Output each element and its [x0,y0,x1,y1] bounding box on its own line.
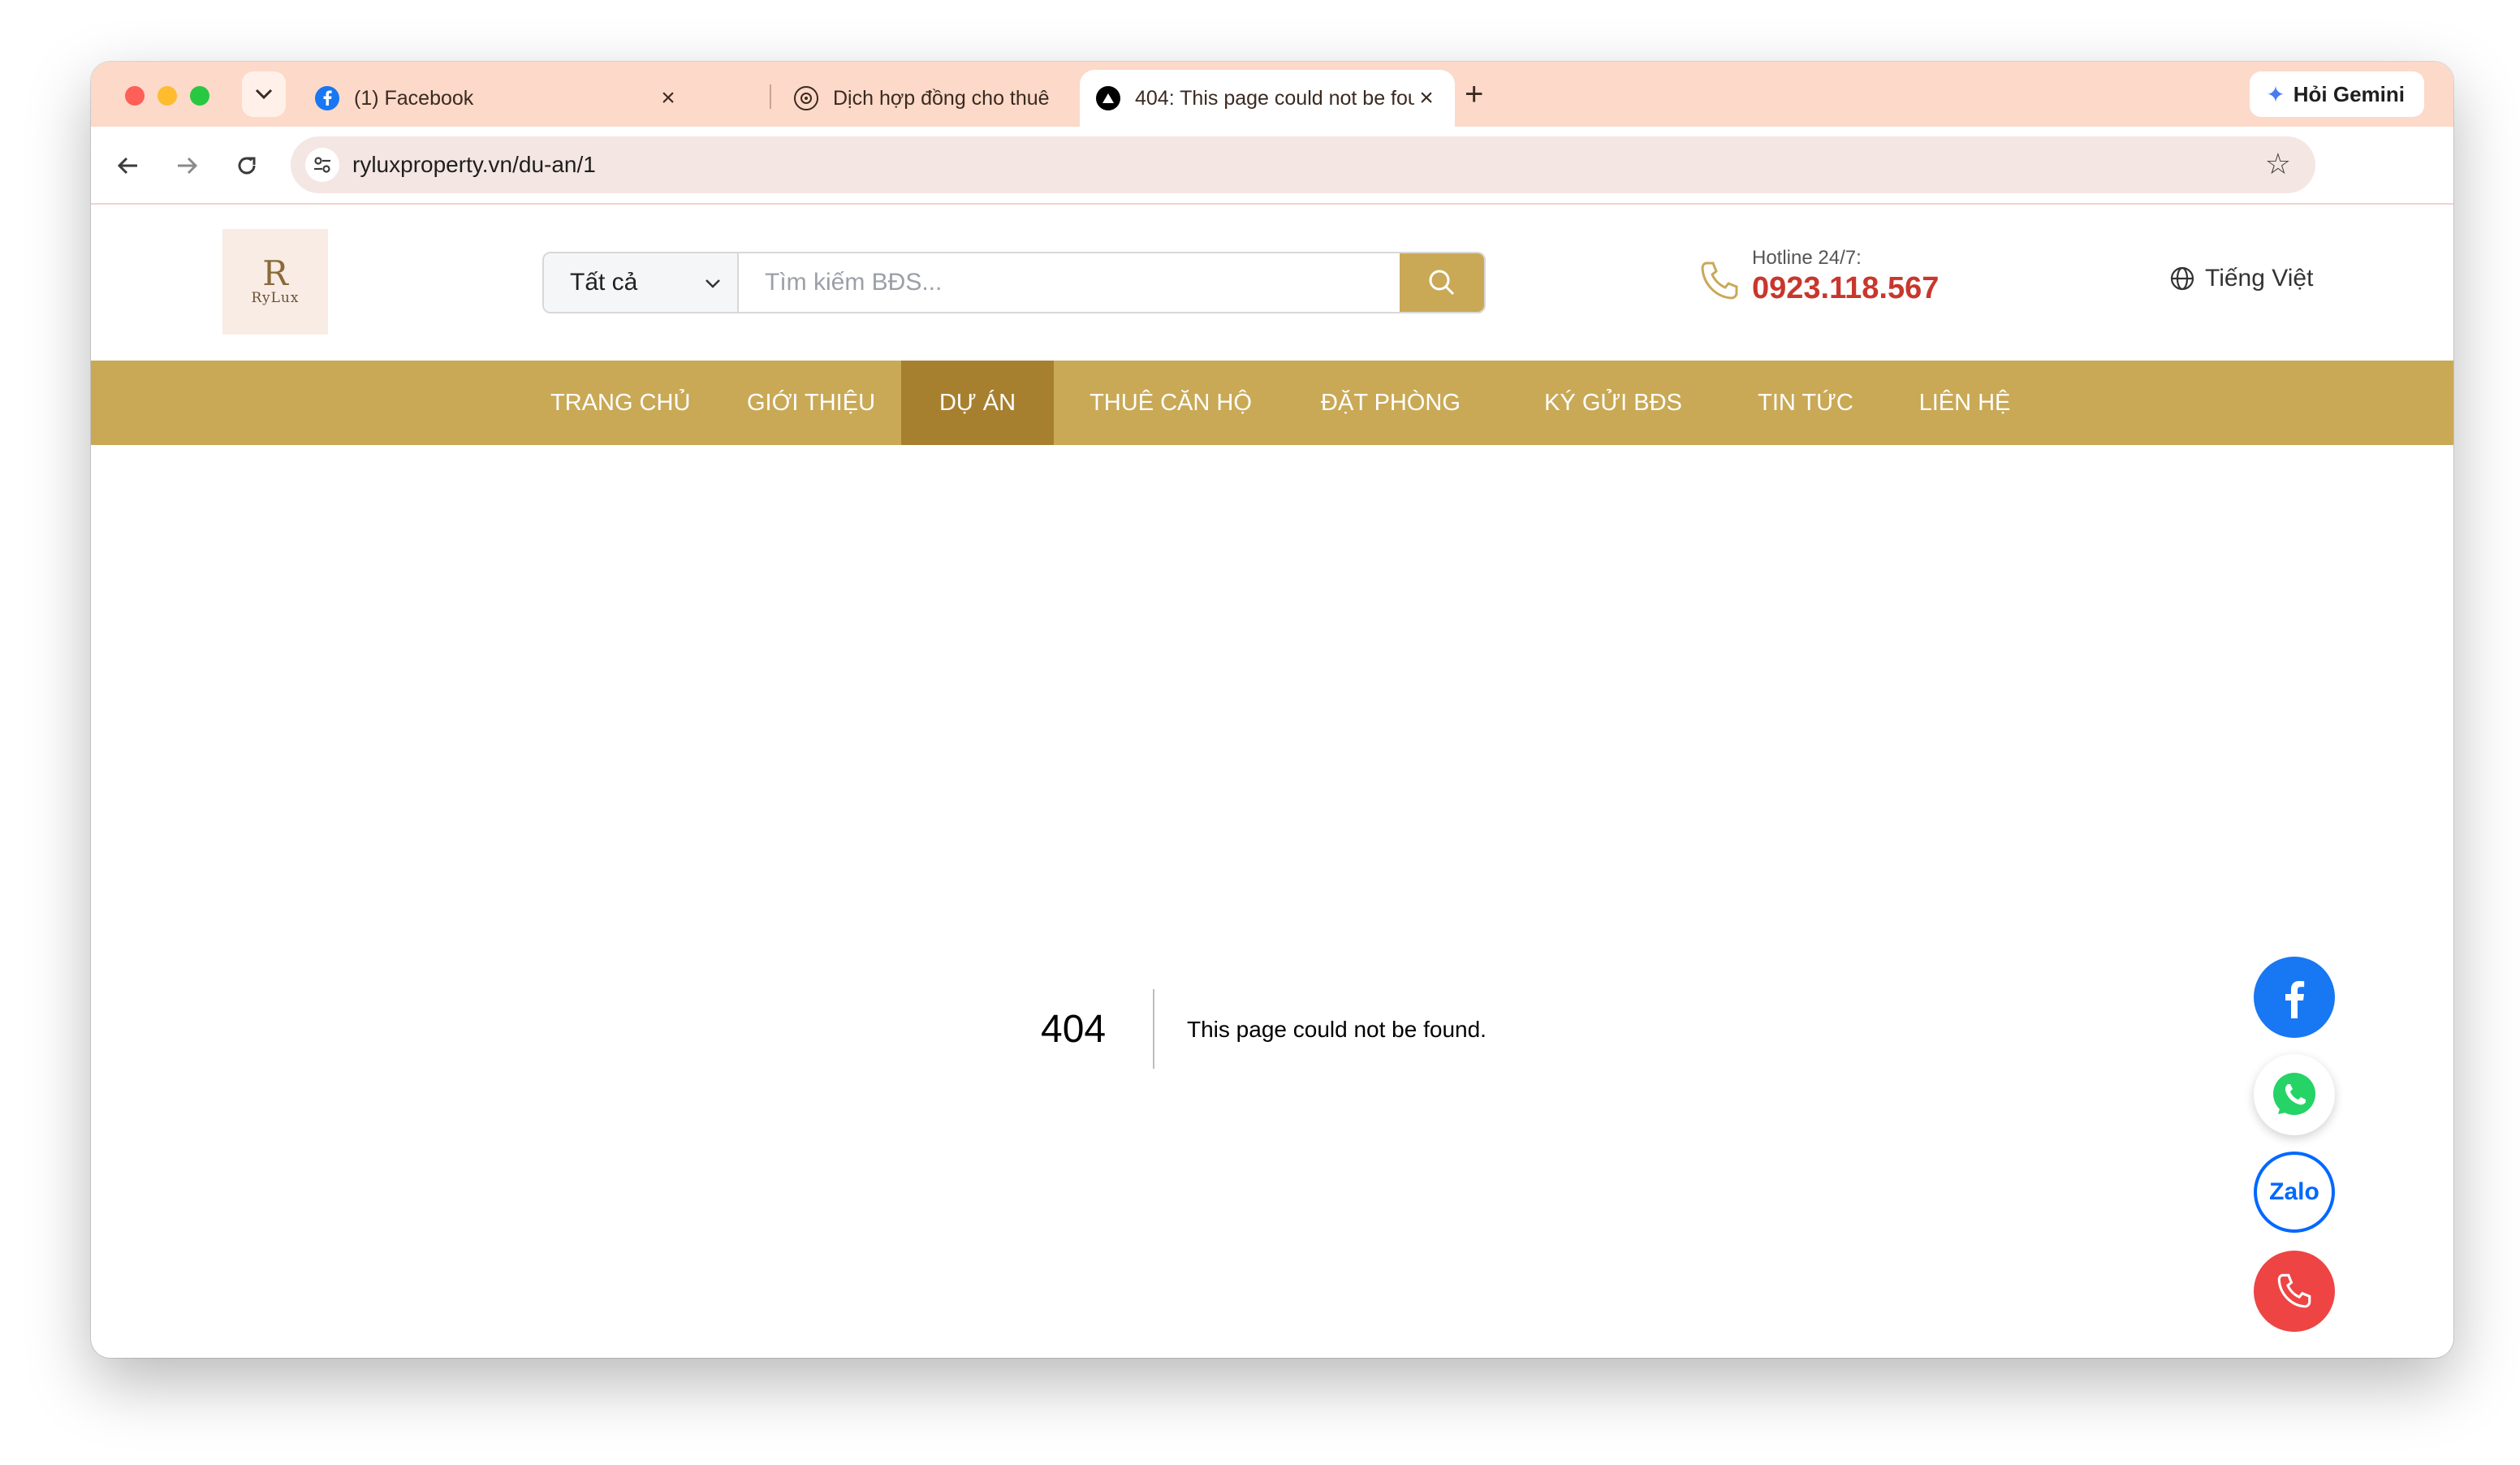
browser-toolbar: ryluxproperty.vn/du-an/1 ☆ [91,127,2453,205]
facebook-icon [2285,981,2305,1018]
nav-dat-phong[interactable]: ĐẶT PHÒNG [1312,361,1469,445]
phone-icon [1701,261,1738,300]
hotline-number[interactable]: 0923.118.567 [1752,271,1939,306]
search-button[interactable] [1400,253,1484,312]
main-navigation: TRANG CHỦ GIỚI THIỆU DỰ ÁN THUÊ CĂN HỘ Đ… [91,361,2453,445]
call-contact-button[interactable] [2254,1251,2335,1332]
whatsapp-icon [2273,1073,2315,1115]
category-select[interactable]: Tất cả [544,253,739,312]
category-value: Tất cả [570,269,638,296]
arrow-right-icon [178,157,198,175]
browser-window: (1) Facebook × Dịch hợp đồng cho thuê × … [91,62,2453,1358]
search-icon [1429,270,1455,296]
ask-gemini-button[interactable]: ✦ Hỏi Gemini [2250,71,2424,117]
globe-icon [2170,266,2194,291]
rylux-logo[interactable]: R RyLux [222,229,328,335]
language-label: Tiếng Việt [2205,265,2314,292]
logo-monogram: R [262,253,288,293]
zalo-label: Zalo [2269,1178,2319,1205]
chatgpt-icon [794,86,818,110]
back-button[interactable] [110,148,146,184]
site-info-icon[interactable] [305,148,339,182]
tab-facebook[interactable]: (1) Facebook × [299,70,697,127]
chevron-down-icon [255,89,273,100]
gemini-sparkle-icon: ✦ [2266,81,2285,107]
nextjs-icon [1096,86,1120,110]
not-found-section: 404 This page could not be found. [91,445,2453,1358]
minimize-window-button[interactable] [158,86,177,106]
nav-trang-chu[interactable]: TRANG CHỦ [550,361,690,445]
tab-strip: (1) Facebook × Dịch hợp đồng cho thuê × … [91,62,2453,127]
bookmark-star-icon[interactable]: ☆ [2265,148,2291,180]
tab-separator [770,84,771,109]
close-tab-icon[interactable]: × [1414,84,1439,112]
close-tab-icon[interactable]: × [656,84,680,112]
zalo-contact-button[interactable]: Zalo [2254,1152,2335,1233]
gemini-label: Hỏi Gemini [2293,81,2405,106]
property-search: Tất cả [542,252,1486,313]
error-code: 404 [1041,1008,1107,1051]
divider [1153,989,1154,1069]
phone-icon [2277,1273,2311,1308]
address-bar[interactable]: ryluxproperty.vn/du-an/1 ☆ [291,136,2315,193]
tab-title: (1) Facebook [354,86,474,110]
whatsapp-contact-button[interactable] [2254,1054,2335,1135]
nav-ky-gui-bds[interactable]: KÝ GỬI BĐS [1526,361,1700,445]
facebook-contact-button[interactable] [2254,957,2335,1038]
nav-gioi-thieu[interactable]: GIỚI THIỆU [731,361,891,445]
chevron-down-icon [705,272,721,293]
hotline-label: Hotline 24/7: [1752,247,1862,269]
facebook-icon [315,86,339,110]
tab-404[interactable]: 404: This page could not be found × [1080,70,1455,127]
url-text[interactable]: ryluxproperty.vn/du-an/1 [352,136,596,193]
error-message: This page could not be found. [1187,1017,1487,1042]
arrow-left-icon [117,157,137,175]
reload-button[interactable] [229,148,265,184]
site-header: R RyLux Tất cả Hotline 24/7: 0923.118.56… [91,205,2453,361]
nav-du-an[interactable]: DỰ ÁN [901,361,1054,445]
nav-thue-can-ho[interactable]: THUÊ CĂN HỘ [1080,361,1262,445]
language-switcher[interactable]: Tiếng Việt [2169,265,2313,292]
nav-tin-tuc[interactable]: TIN TỨC [1754,361,1858,445]
tab-search-button[interactable] [242,71,286,117]
reload-icon [238,157,256,175]
new-tab-button[interactable]: + [1465,76,1483,113]
maximize-window-button[interactable] [190,86,209,106]
logo-wordmark: RyLux [251,290,300,306]
tab-title: 404: This page could not be found [1135,86,1414,110]
close-window-button[interactable] [125,86,145,106]
nav-lien-he[interactable]: LIÊN HỆ [1913,361,2017,445]
search-input[interactable] [739,253,1400,312]
forward-button[interactable] [169,148,205,184]
